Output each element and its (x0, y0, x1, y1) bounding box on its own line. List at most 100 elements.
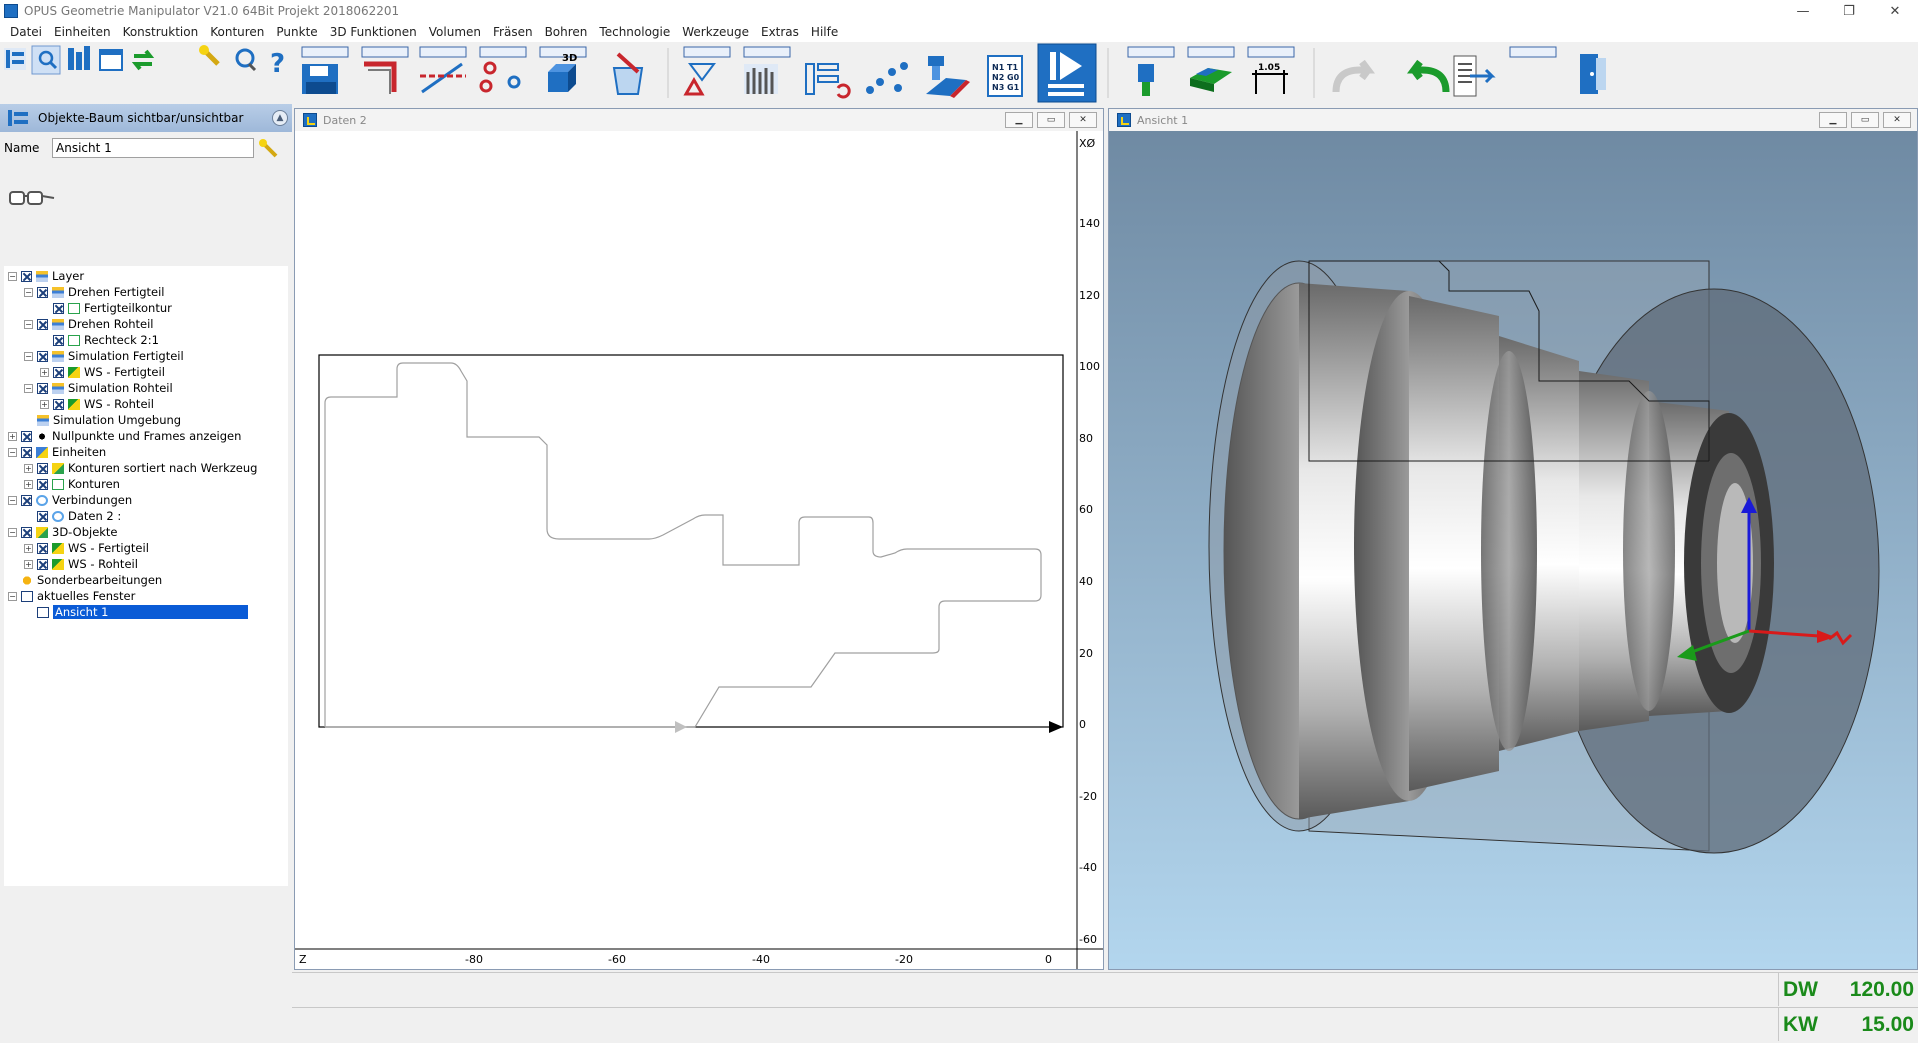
tree-view-icon[interactable] (4, 48, 26, 70)
menu-datei[interactable]: Datei (4, 25, 48, 39)
menu-einheiten[interactable]: Einheiten (48, 25, 117, 39)
tree-node[interactable]: − Einheiten (8, 444, 106, 460)
tree-node[interactable]: + WS - Fertigteil (24, 540, 149, 556)
swap-arrows-icon[interactable] (131, 49, 155, 71)
3d-viewport[interactable] (1109, 131, 1917, 969)
collapse-icon[interactable]: − (24, 287, 33, 297)
tree-node[interactable]: Sonderbearbeitungen (8, 572, 162, 588)
trim-line-icon[interactable] (420, 62, 466, 94)
visibility-checkbox[interactable] (37, 542, 48, 554)
menu-3d-funktionen[interactable]: 3D Funktionen (324, 25, 423, 39)
tree-node[interactable]: − Verbindungen (8, 492, 132, 508)
menu-punkte[interactable]: Punkte (270, 25, 323, 39)
grooving-icon[interactable] (744, 64, 778, 94)
object-tree-header[interactable]: Objekte-Baum sichtbar/unsichtbar ▲ (0, 104, 292, 132)
visibility-checkbox[interactable] (37, 462, 48, 474)
run-simulation-icon[interactable] (1037, 43, 1097, 103)
tree-node[interactable]: + Konturen sortiert nach Werkzeug (24, 460, 257, 476)
collapse-icon[interactable]: − (24, 351, 33, 361)
visibility-checkbox[interactable] (21, 430, 32, 442)
minimize-button[interactable]: — (1780, 0, 1826, 22)
visibility-checkbox[interactable] (21, 270, 32, 282)
save-icon[interactable] (302, 64, 338, 94)
tree-node[interactable]: − aktuelles Fenster (8, 588, 135, 604)
tree-node[interactable]: + Nullpunkte und Frames anzeigen (8, 428, 241, 444)
ansicht1-minimize-button[interactable]: ▁ (1819, 112, 1847, 128)
expand-icon[interactable]: + (24, 543, 33, 553)
menu-technologie[interactable]: Technologie (593, 25, 676, 39)
ansicht1-close-button[interactable]: ✕ (1883, 112, 1911, 128)
restore-button[interactable]: ❐ (1826, 0, 1872, 22)
cube-3d-icon[interactable]: 3D (548, 53, 577, 92)
daten2-maximize-button[interactable]: ▭ (1037, 112, 1065, 128)
menu-konturen[interactable]: Konturen (204, 25, 270, 39)
exit-door-icon[interactable] (1580, 54, 1606, 94)
tree-node[interactable]: − Drehen Fertigteil (24, 284, 164, 300)
visibility-checkbox[interactable] (21, 446, 32, 458)
hierarchy-icon[interactable] (805, 63, 851, 99)
tree-node[interactable]: Fertigteilkontur (40, 300, 172, 316)
collapse-up-icon[interactable]: ▲ (272, 110, 288, 126)
visibility-checkbox[interactable] (37, 318, 48, 330)
window-icon[interactable] (99, 49, 123, 71)
menu-volumen[interactable]: Volumen (423, 25, 487, 39)
tree-node[interactable]: − 3D-Objekte (8, 524, 118, 540)
block-3d-icon[interactable] (1190, 68, 1232, 92)
visibility-checkbox[interactable] (53, 302, 64, 314)
glasses-icon[interactable] (8, 188, 56, 210)
tree-node[interactable]: − Layer (8, 268, 84, 284)
tree-node[interactable]: Ansicht 1 (24, 604, 249, 620)
expand-icon[interactable]: + (24, 463, 33, 473)
tree-node[interactable]: + WS - Rohteil (24, 556, 138, 572)
collapse-icon[interactable]: − (8, 591, 17, 601)
collapse-icon[interactable]: − (24, 319, 33, 329)
dimension-icon[interactable]: 1.05 (1252, 63, 1288, 94)
visibility-checkbox[interactable] (21, 526, 32, 538)
close-button[interactable]: ✕ (1872, 0, 1918, 22)
visibility-checkbox[interactable] (37, 558, 48, 570)
ansicht1-maximize-button[interactable]: ▭ (1851, 112, 1879, 128)
visibility-checkbox[interactable] (37, 382, 48, 394)
visibility-checkbox[interactable] (21, 494, 32, 506)
collapse-icon[interactable]: − (24, 383, 33, 393)
expand-icon[interactable]: + (24, 559, 33, 569)
tree-node[interactable]: + WS - Rohteil (40, 396, 154, 412)
tree-node[interactable]: Rechteck 2:1 (40, 332, 159, 348)
2d-drawing-canvas[interactable]: XØ Z 140 120 100 80 60 40 20 0 -20 -40 -… (295, 131, 1103, 969)
expand-icon[interactable]: + (24, 479, 33, 489)
daten2-title-bar[interactable]: Daten 2 ▁ ▭ ✕ (295, 109, 1103, 131)
tree-node[interactable]: − Drehen Rohteil (24, 316, 154, 332)
menu-fraesen[interactable]: Fräsen (487, 25, 539, 39)
collapse-icon[interactable]: − (8, 271, 17, 281)
visibility-checkbox[interactable] (37, 478, 48, 490)
wrench-icon[interactable] (199, 45, 220, 66)
name-input[interactable] (52, 138, 254, 158)
undo-arrow-icon[interactable] (1407, 59, 1450, 93)
delete-bucket-icon[interactable] (612, 52, 644, 95)
visibility-checkbox[interactable] (37, 286, 48, 298)
export-list-icon[interactable] (1453, 55, 1496, 97)
expand-icon[interactable]: + (40, 399, 49, 409)
collapse-icon[interactable]: − (8, 495, 17, 505)
menu-hilfe[interactable]: Hilfe (805, 25, 844, 39)
collapse-icon[interactable]: − (8, 447, 17, 457)
tree-node[interactable]: + Konturen (24, 476, 120, 492)
visibility-checkbox[interactable] (37, 350, 48, 362)
visibility-checkbox[interactable] (53, 334, 64, 346)
contour-offset-icon[interactable] (364, 61, 397, 94)
turning-tool-icon[interactable] (683, 63, 716, 96)
expand-icon[interactable]: + (40, 367, 49, 377)
menu-werkzeuge[interactable]: Werkzeuge (676, 25, 755, 39)
move-3d-icon[interactable] (1138, 64, 1154, 96)
ansicht1-title-bar[interactable]: Ansicht 1 ▁ ▭ ✕ (1109, 109, 1917, 131)
milling-tool-icon[interactable] (926, 56, 970, 98)
daten2-close-button[interactable]: ✕ (1069, 112, 1097, 128)
settings-search-icon[interactable] (235, 48, 257, 72)
visibility-checkbox[interactable] (53, 366, 64, 378)
points-icon[interactable] (479, 61, 521, 93)
visibility-checkbox[interactable] (53, 398, 64, 410)
menu-bohren[interactable]: Bohren (539, 25, 594, 39)
menu-konstruktion[interactable]: Konstruktion (117, 25, 205, 39)
tree-node[interactable]: Simulation Umgebung (24, 412, 181, 428)
expand-icon[interactable]: + (8, 431, 17, 441)
